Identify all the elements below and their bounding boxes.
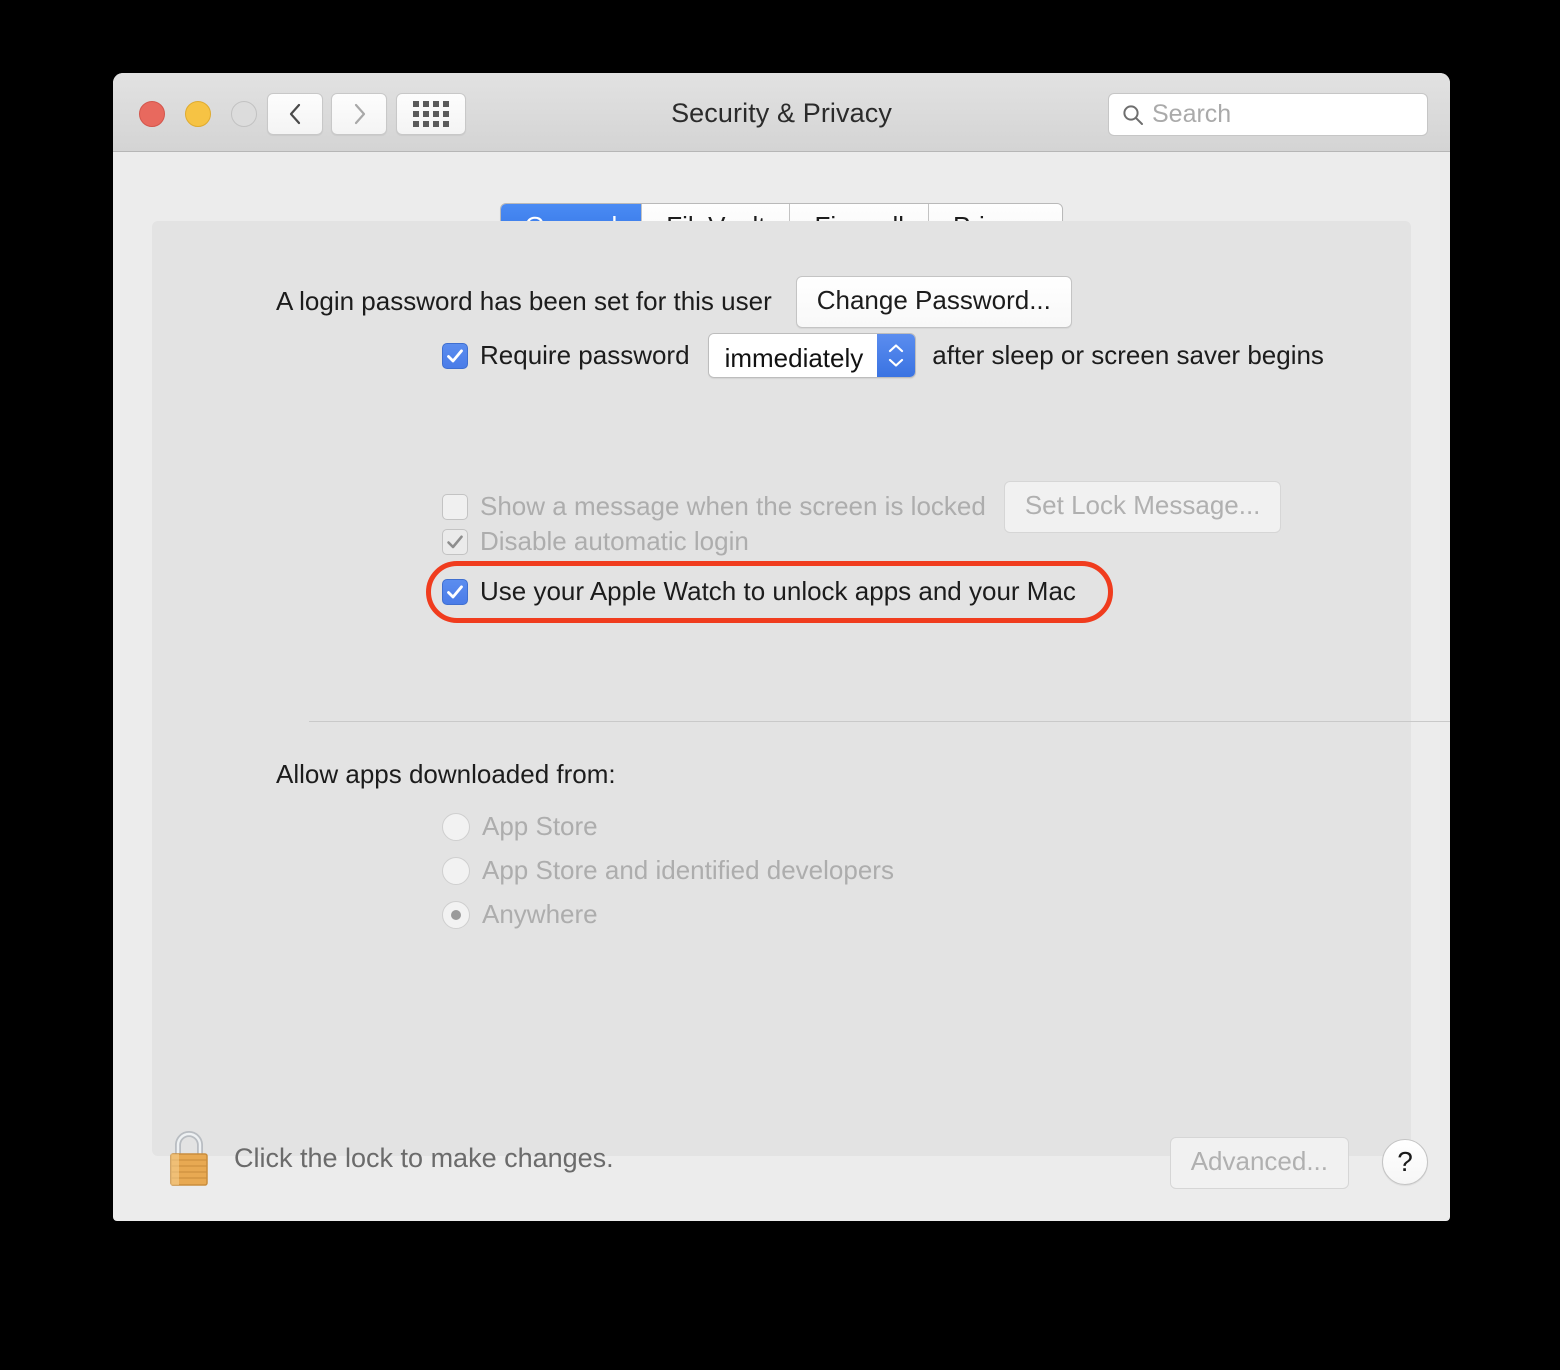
show-lock-message-checkbox — [442, 493, 468, 520]
set-lock-message-button: Set Lock Message... — [1003, 481, 1282, 533]
chevron-up-icon — [889, 344, 904, 353]
require-password-interval-value: immediately — [708, 334, 878, 377]
search-field[interactable]: Search — [1108, 93, 1428, 136]
lock-hint-text: Click the lock to make changes. — [234, 1143, 614, 1173]
allow-apps-heading-row: Allow apps downloaded from: — [276, 759, 616, 790]
login-password-status: A login password has been set for this u… — [276, 286, 772, 317]
radio-anywhere — [442, 900, 470, 929]
show-lock-message-label: Show a message when the screen is locked — [480, 491, 986, 522]
allow-apps-option-anywhere: Anywhere — [442, 899, 598, 930]
advanced-button: Advanced... — [1169, 1137, 1349, 1189]
allow-apps-option-identified-developers: App Store and identified developers — [442, 855, 894, 886]
require-password-interval-popup[interactable]: immediately — [707, 333, 917, 378]
system-preferences-window: Security & Privacy Search General FileVa… — [113, 73, 1450, 1221]
radio-identified-developers-label: App Store and identified developers — [482, 855, 894, 885]
allow-apps-option-app-store: App Store — [442, 811, 598, 842]
search-icon — [1123, 104, 1143, 125]
lock-closed-icon[interactable] — [165, 1128, 213, 1188]
radio-app-store-label: App Store — [482, 811, 598, 841]
require-password-label: Require password — [480, 340, 690, 370]
search-placeholder: Search — [1152, 100, 1232, 128]
change-password-button[interactable]: Change Password... — [795, 276, 1072, 328]
require-password-checkbox[interactable] — [442, 342, 468, 369]
chevron-down-icon — [889, 358, 904, 367]
checkmark-icon — [447, 535, 463, 548]
checkmark-icon — [447, 348, 463, 362]
radio-app-store — [442, 812, 470, 841]
disable-auto-login-row: Disable automatic login — [442, 526, 749, 557]
disable-auto-login-checkbox — [442, 528, 468, 555]
radio-selected-dot — [451, 909, 461, 920]
window-titlebar: Security & Privacy Search — [113, 73, 1450, 152]
allow-apps-heading: Allow apps downloaded from: — [276, 759, 616, 789]
disable-auto-login-label: Disable automatic login — [480, 526, 749, 556]
stepper-arrows — [877, 334, 916, 377]
help-button[interactable]: ? — [1382, 1139, 1428, 1185]
general-settings-panel: A login password has been set for this u… — [152, 221, 1450, 1156]
radio-identified-developers — [442, 856, 470, 885]
section-divider — [309, 721, 1450, 722]
require-password-row: Require password immediately after sleep… — [442, 333, 1324, 378]
apple-watch-highlight-annotation — [426, 561, 1113, 623]
require-password-suffix: after sleep or screen saver begins — [932, 340, 1324, 370]
radio-anywhere-label: Anywhere — [482, 899, 598, 929]
show-message-row: Show a message when the screen is locked… — [442, 481, 1282, 533]
login-password-row: A login password has been set for this u… — [276, 276, 1072, 328]
